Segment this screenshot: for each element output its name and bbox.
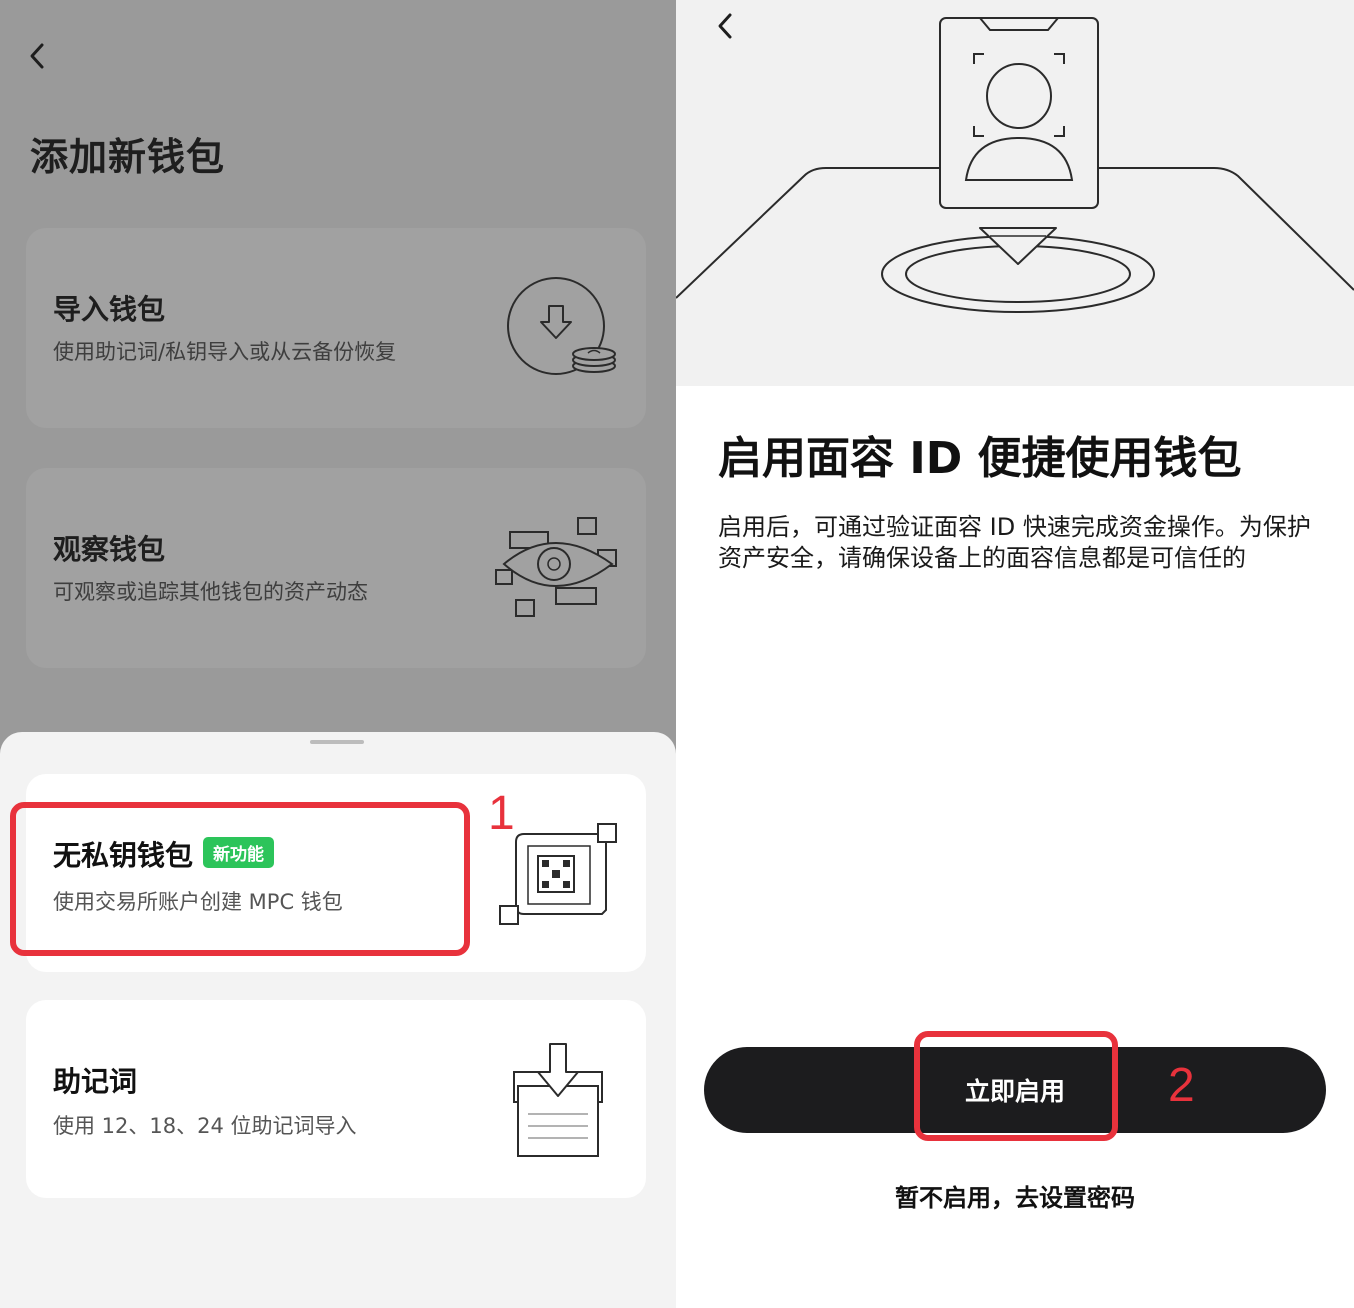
back-button[interactable]: [706, 6, 746, 46]
card-subtitle: 可观察或追踪其他钱包的资产动态: [53, 580, 368, 604]
import-wallet-card[interactable]: 导入钱包 使用助记词/私钥导入或从云备份恢复: [26, 228, 646, 428]
chevron-left-icon: [718, 13, 732, 39]
mnemonic-option[interactable]: 助记词 使用 12、18、24 位助记词导入: [26, 1000, 646, 1198]
card-title: 观察钱包: [53, 533, 166, 566]
step-1-label: 1: [488, 787, 515, 840]
card-subtitle: 使用助记词/私钥导入或从云备份恢复: [53, 340, 397, 364]
sheet-handle[interactable]: [310, 740, 364, 744]
skip-set-password-link[interactable]: 暂不启用，去设置密码: [676, 1178, 1354, 1213]
option-title-text: 无私钥钱包: [53, 839, 194, 872]
import-download-icon: [507, 277, 616, 375]
option-subtitle: 使用交易所账户创建 MPC 钱包: [53, 890, 343, 914]
page-title: 添加新钱包: [30, 135, 226, 179]
watch-eye-icon: [495, 517, 617, 617]
watch-wallet-card[interactable]: 观察钱包 可观察或追踪其他钱包的资产动态: [26, 468, 646, 668]
option-title: 助记词: [53, 1065, 138, 1098]
step-2-label: 2: [1168, 1059, 1195, 1112]
face-id-illustration: [676, 0, 1354, 386]
option-subtitle: 使用 12、18、24 位助记词导入: [53, 1114, 357, 1138]
new-feature-badge: 新功能: [203, 837, 275, 868]
card-title: 导入钱包: [53, 293, 166, 326]
page-description: 启用后，可通过验证面容 ID 快速完成资金操作。为保护资产安全，请确保设备上的面…: [718, 513, 1311, 572]
option-title: 无私钥钱包 新功能: [53, 834, 275, 874]
mpc-wallet-option[interactable]: 无私钥钱包 新功能 使用交易所账户创建 MPC 钱包: [26, 774, 646, 972]
add-wallet-screen: 添加新钱包 导入钱包 使用助记词/私钥导入或从云备份恢复 观察钱包 可观察或追踪…: [0, 0, 676, 1308]
face-id-screen: 启用面容 ID 便捷使用钱包 启用后，可通过验证面容 ID 快速完成资金操作。为…: [676, 0, 1354, 1308]
mnemonic-tray-icon: [513, 1043, 603, 1157]
wallet-type-sheet: 无私钥钱包 新功能 使用交易所账户创建 MPC 钱包 助记词 使用 12、18、2…: [0, 732, 676, 1308]
back-button[interactable]: [18, 36, 58, 76]
face-scan-illustration: [676, 17, 1354, 313]
enable-face-id-button[interactable]: 立即启用: [704, 1047, 1326, 1133]
chevron-left-icon: [30, 43, 44, 69]
page-title: 启用面容 ID 便捷使用钱包: [718, 433, 1242, 484]
button-label: 立即启用: [964, 1077, 1065, 1106]
mpc-qr-icon: [499, 823, 617, 925]
